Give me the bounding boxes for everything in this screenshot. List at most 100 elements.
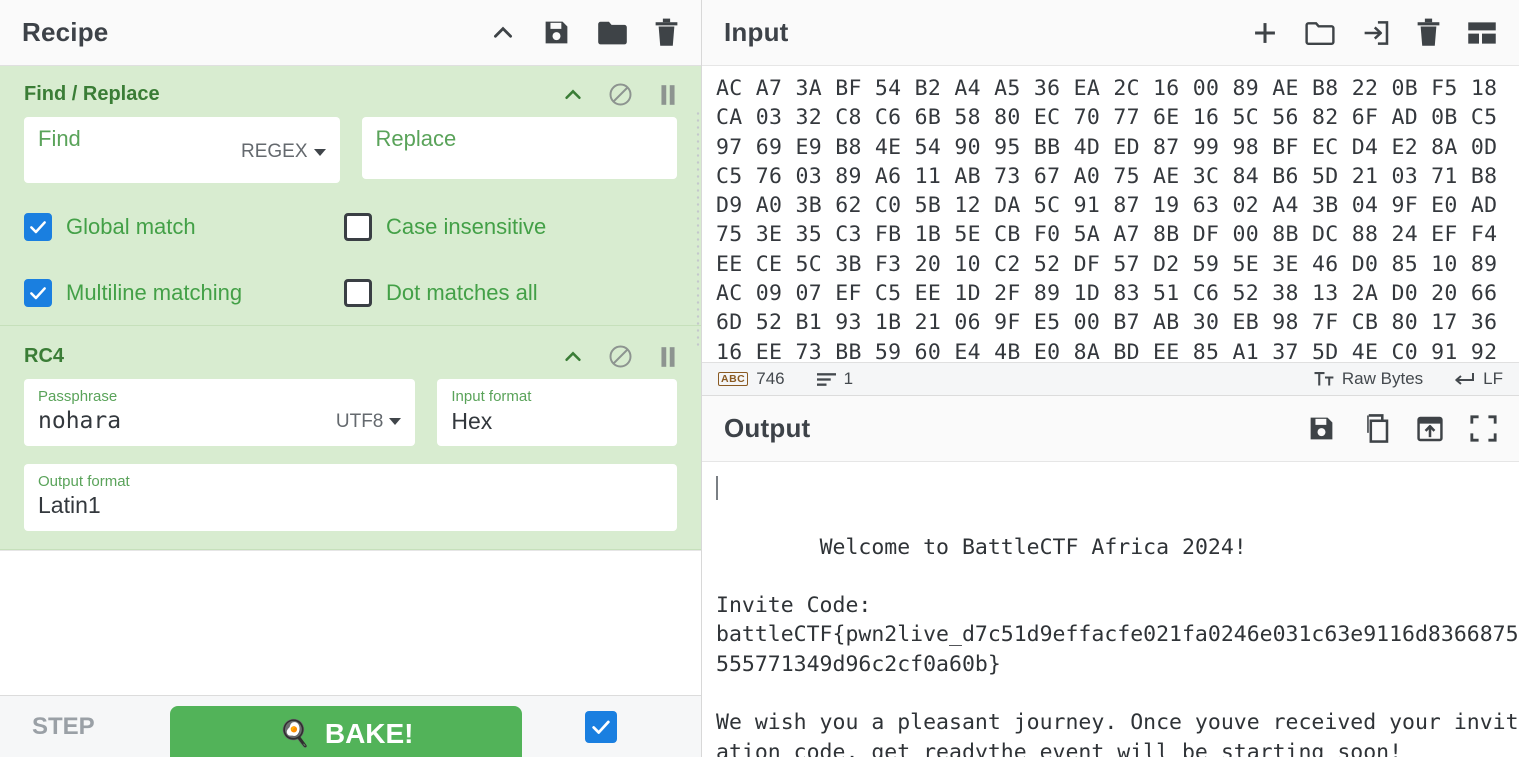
- lines-icon: [816, 372, 836, 387]
- input-length-value: 746: [756, 369, 785, 388]
- plus-icon[interactable]: [1251, 19, 1279, 47]
- chevron-down-icon: [313, 148, 326, 156]
- recipe-empty-space[interactable]: [0, 549, 701, 695]
- auto-bake-checkbox[interactable]: [585, 710, 617, 743]
- operation-header: RC4: [0, 326, 701, 379]
- input-format-field[interactable]: Input format Hex: [437, 379, 677, 446]
- output-title-bar: Output: [702, 396, 1519, 462]
- checkbox-global-match[interactable]: Global match: [24, 213, 344, 241]
- checkbox-label: Global match: [66, 214, 196, 239]
- passphrase-encoding-value: UTF8: [335, 410, 384, 432]
- rc4-args-row-1: Passphrase nohara UTF8 Input format Hex: [0, 379, 701, 446]
- step-button[interactable]: STEP: [20, 713, 170, 741]
- operation-rc4[interactable]: RC4 Passphrase nohara UTF8 Input format …: [0, 326, 701, 550]
- input-header-actions: [1251, 18, 1497, 47]
- input-lines-group: 1: [816, 369, 854, 389]
- recipe-controls-bar: STEP 🍳 BAKE!: [0, 695, 701, 757]
- output-format-field[interactable]: Output format Latin1: [24, 463, 677, 531]
- input-status-bar: ABC 746 1 Raw Bytes LF: [702, 362, 1519, 396]
- output-format-value: Latin1: [38, 492, 101, 519]
- pause-icon[interactable]: [657, 345, 679, 369]
- copy-icon[interactable]: [1362, 414, 1390, 443]
- disable-icon[interactable]: [608, 344, 633, 369]
- text-format-icon: [1314, 371, 1334, 387]
- operation-actions: [562, 344, 679, 369]
- find-replace-args: Find REGEX Replace: [0, 117, 701, 183]
- output-textarea[interactable]: Welcome to BattleCTF Africa 2024! Invite…: [702, 462, 1519, 757]
- pause-icon[interactable]: [657, 83, 679, 107]
- chef-hat-icon: 🍳: [278, 718, 311, 748]
- recipe-header-actions: [490, 18, 679, 47]
- folder-open-icon[interactable]: [1305, 19, 1335, 47]
- find-field[interactable]: Find REGEX: [24, 117, 340, 183]
- chevron-up-icon[interactable]: [562, 84, 584, 106]
- find-type-value: REGEX: [240, 141, 308, 162]
- output-text: Welcome to BattleCTF Africa 2024! Invite…: [716, 534, 1519, 757]
- checkbox-dot-matches-all[interactable]: Dot matches all: [344, 279, 538, 307]
- trash-icon[interactable]: [1416, 18, 1441, 47]
- input-length-group: ABC 746: [718, 369, 785, 389]
- panel-splitter[interactable]: [695, 110, 701, 350]
- checkbox-multiline-matching[interactable]: Multiline matching: [24, 279, 344, 307]
- page-title: Recipe: [22, 17, 109, 47]
- bake-button-label: BAKE!: [324, 717, 414, 749]
- checkbox-box: [344, 213, 372, 241]
- checkbox-case-insensitive[interactable]: Case insensitive: [344, 213, 546, 241]
- operation-header: Find / Replace: [0, 66, 701, 117]
- open-as-input-icon[interactable]: [1361, 19, 1390, 47]
- output-format-label: Output format: [38, 472, 130, 490]
- io-column: Input AC A7 3A BF 54 B2 A4 A5 36 EA 2C 1…: [702, 0, 1519, 757]
- output-panel: Output Welcome to BattleCTF Africa 2024!…: [702, 396, 1519, 757]
- abc-icon: ABC: [718, 372, 749, 386]
- replace-field[interactable]: Replace: [361, 117, 677, 179]
- input-title-bar: Input: [702, 0, 1519, 66]
- find-replace-checkbox-row-1: Global match Case insensitive: [0, 183, 701, 241]
- operation-actions: [562, 82, 679, 107]
- replace-label: Replace: [375, 126, 457, 151]
- recipe-column: Recipe Find / Replace Find REGEX Replace…: [0, 0, 702, 757]
- tabs-layout-icon[interactable]: [1467, 20, 1497, 46]
- enter-icon: [1453, 371, 1475, 387]
- input-title: Input: [724, 17, 789, 47]
- input-textarea[interactable]: AC A7 3A BF 54 B2 A4 A5 36 EA 2C 16 00 8…: [702, 66, 1519, 362]
- maximise-icon[interactable]: [1470, 415, 1497, 442]
- input-format-value: Hex: [451, 407, 493, 434]
- passphrase-field[interactable]: Passphrase nohara UTF8: [24, 379, 416, 446]
- input-eol-value: LF: [1483, 369, 1503, 388]
- operation-title: Find / Replace: [24, 83, 160, 105]
- passphrase-label: Passphrase: [38, 388, 118, 405]
- operation-find-replace[interactable]: Find / Replace Find REGEX Replace Global…: [0, 66, 701, 326]
- bake-button[interactable]: 🍳 BAKE!: [170, 705, 522, 757]
- recipe-title-bar: Recipe: [0, 0, 701, 66]
- input-lines-value: 1: [843, 369, 854, 388]
- input-format-label: Input format: [451, 388, 532, 405]
- passphrase-encoding-dropdown[interactable]: UTF8: [336, 411, 402, 433]
- save-icon[interactable]: [1307, 414, 1336, 443]
- chevron-down-icon: [389, 418, 402, 426]
- rc4-args-row-2: Output format Latin1: [0, 446, 701, 531]
- cyberchef-app: Recipe Find / Replace Find REGEX Replace…: [0, 0, 1519, 757]
- find-type-dropdown[interactable]: REGEX: [241, 141, 326, 163]
- disable-icon[interactable]: [608, 82, 633, 107]
- save-icon[interactable]: [542, 18, 571, 47]
- checkbox-box: [24, 279, 52, 307]
- checkbox-box: [344, 279, 372, 307]
- replace-input-icon[interactable]: [1416, 415, 1444, 443]
- io-splitter-grip[interactable]: [1080, 394, 1141, 396]
- recipe-operations-list: Find / Replace Find REGEX Replace Global…: [0, 66, 701, 695]
- checkbox-label: Multiline matching: [66, 280, 243, 305]
- input-eol-group[interactable]: LF: [1453, 369, 1503, 389]
- input-encoding-group[interactable]: Raw Bytes: [1314, 369, 1423, 389]
- folder-icon[interactable]: [597, 18, 628, 47]
- checkbox-label: Case insensitive: [386, 214, 547, 239]
- chevron-up-icon[interactable]: [562, 346, 584, 368]
- output-title: Output: [724, 413, 811, 443]
- operation-title: RC4: [24, 345, 65, 367]
- find-replace-checkbox-row-2: Multiline matching Dot matches all: [0, 241, 701, 307]
- input-panel: Input AC A7 3A BF 54 B2 A4 A5 36 EA 2C 1…: [702, 0, 1519, 396]
- checkbox-label: Dot matches all: [386, 280, 538, 305]
- chevron-up-icon[interactable]: [490, 20, 516, 46]
- output-header-actions: [1307, 414, 1497, 443]
- trash-icon[interactable]: [654, 18, 679, 47]
- output-caret: [716, 476, 718, 500]
